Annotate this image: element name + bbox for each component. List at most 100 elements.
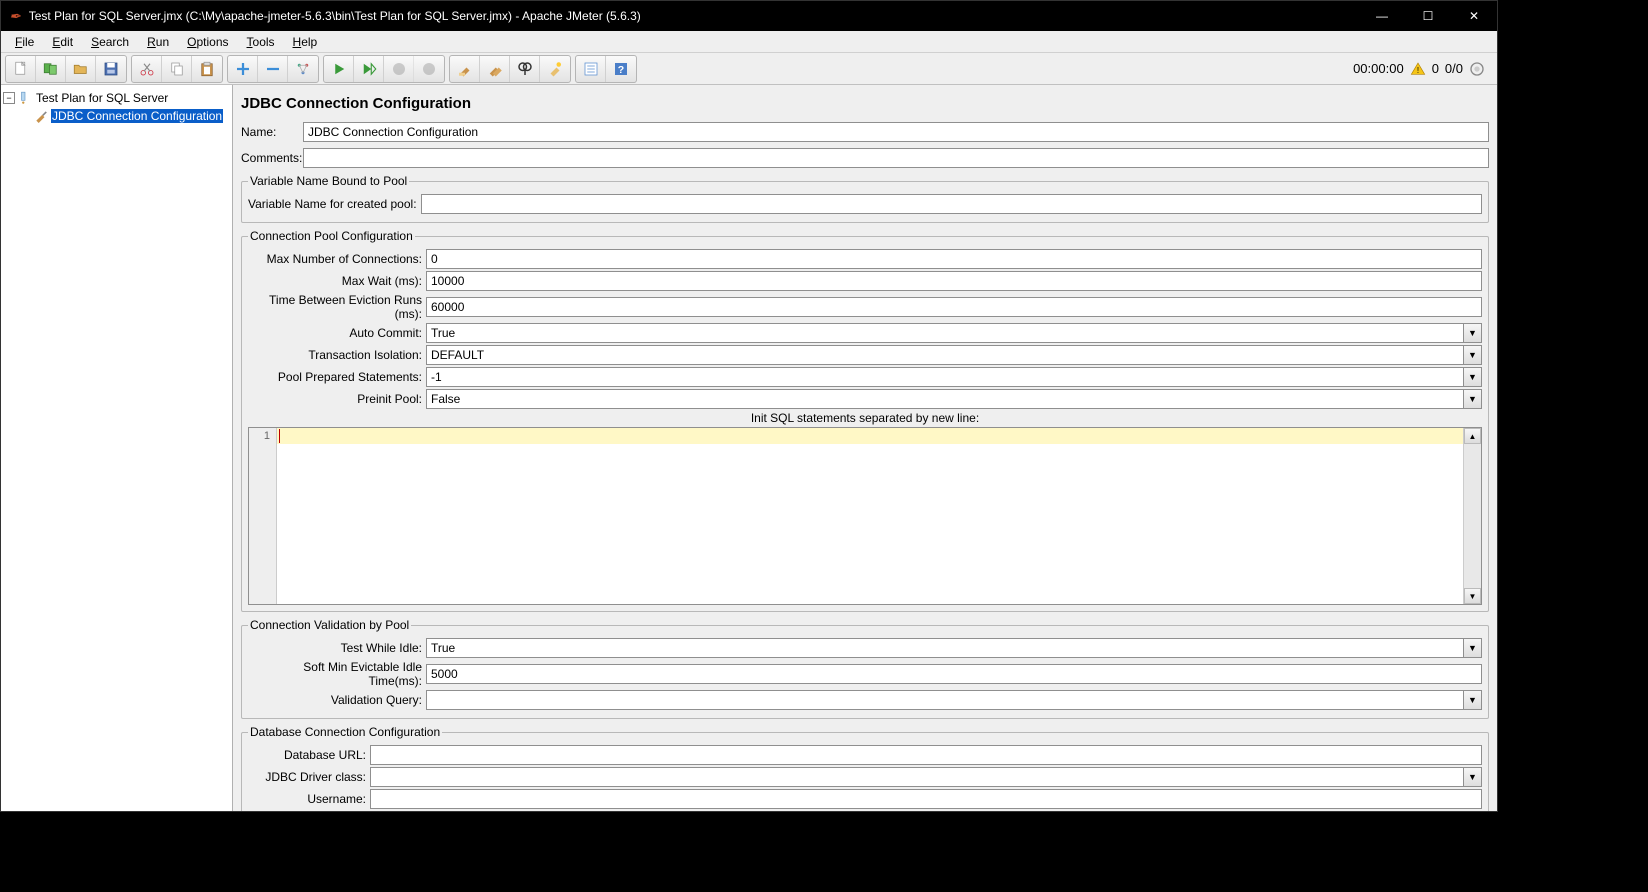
scroll-down-icon[interactable]: ▼ xyxy=(1464,588,1481,604)
collapse-icon[interactable] xyxy=(258,56,288,82)
initsql-editor[interactable]: 1 ▲ ▼ xyxy=(248,427,1482,605)
cursor-icon xyxy=(279,429,280,443)
copy-icon[interactable] xyxy=(162,56,192,82)
username-input[interactable] xyxy=(370,789,1482,809)
autocommit-label: Auto Commit: xyxy=(248,326,426,340)
templates-icon[interactable] xyxy=(36,56,66,82)
config-icon xyxy=(33,108,49,124)
db-url-label: Database URL: xyxy=(248,748,370,762)
reset-search-icon[interactable] xyxy=(540,56,570,82)
shutdown-icon[interactable] xyxy=(414,56,444,82)
start-icon[interactable] xyxy=(324,56,354,82)
function-helper-icon[interactable] xyxy=(576,56,606,82)
softmin-label: Soft Min Evictable Idle Time(ms): xyxy=(248,660,426,688)
vquery-label: Validation Query: xyxy=(248,693,426,707)
connection-pool-legend: Connection Pool Configuration xyxy=(248,229,415,243)
minimize-button[interactable]: — xyxy=(1359,1,1405,31)
search-icon[interactable] xyxy=(510,56,540,82)
editor-gutter: 1 xyxy=(249,428,277,604)
max-connections-label: Max Number of Connections: xyxy=(248,252,426,266)
initsql-label: Init SQL statements separated by new lin… xyxy=(248,411,1482,425)
variable-pool-group: Variable Name Bound to Pool Variable Nam… xyxy=(241,174,1489,223)
menu-file[interactable]: File xyxy=(7,33,42,51)
prepstmt-select[interactable] xyxy=(426,367,1464,387)
softmin-input[interactable] xyxy=(426,664,1482,684)
tree-root-label: Test Plan for SQL Server xyxy=(35,91,169,105)
start-no-timers-icon[interactable] xyxy=(354,56,384,82)
max-wait-input[interactable] xyxy=(426,271,1482,291)
validation-legend: Connection Validation by Pool xyxy=(248,618,411,632)
warning-icon[interactable]: ! xyxy=(1410,61,1426,77)
chevron-down-icon[interactable]: ▼ xyxy=(1464,690,1482,710)
app-icon: ✒ xyxy=(9,8,21,25)
chevron-down-icon[interactable]: ▼ xyxy=(1464,323,1482,343)
warning-count: 0 xyxy=(1432,61,1439,76)
chevron-down-icon[interactable]: ▼ xyxy=(1464,767,1482,787)
svg-text:?: ? xyxy=(618,63,624,75)
scroll-up-icon[interactable]: ▲ xyxy=(1464,428,1481,444)
menu-run[interactable]: Run xyxy=(139,33,177,51)
preinit-select[interactable] xyxy=(426,389,1464,409)
paste-icon[interactable] xyxy=(192,56,222,82)
menu-options[interactable]: Options xyxy=(179,33,236,51)
chevron-down-icon[interactable]: ▼ xyxy=(1464,367,1482,387)
db-connection-group: Database Connection Configuration Databa… xyxy=(241,725,1489,811)
max-connections-input[interactable] xyxy=(426,249,1482,269)
db-connection-legend: Database Connection Configuration xyxy=(248,725,442,739)
menu-search[interactable]: Search xyxy=(83,33,137,51)
menu-edit[interactable]: Edit xyxy=(44,33,81,51)
editor-scrollbar[interactable]: ▲ ▼ xyxy=(1463,428,1481,604)
username-label: Username: xyxy=(248,792,370,806)
chevron-down-icon[interactable]: ▼ xyxy=(1464,389,1482,409)
toolbar: ? 00:00:00 ! 0 0/0 xyxy=(1,53,1497,85)
clear-icon[interactable] xyxy=(450,56,480,82)
thread-count: 0/0 xyxy=(1445,61,1463,76)
eviction-input[interactable] xyxy=(426,297,1482,317)
txiso-select[interactable] xyxy=(426,345,1464,365)
chevron-down-icon[interactable]: ▼ xyxy=(1464,345,1482,365)
svg-text:!: ! xyxy=(1417,66,1419,75)
variable-name-input[interactable] xyxy=(421,194,1482,214)
tree-root[interactable]: − Test Plan for SQL Server xyxy=(3,89,230,107)
window-title: Test Plan for SQL Server.jmx (C:\My\apac… xyxy=(29,9,1359,23)
maximize-button[interactable]: ☐ xyxy=(1405,1,1451,31)
editor-body[interactable] xyxy=(277,428,1463,604)
page-title: JDBC Connection Configuration xyxy=(241,95,1489,112)
cut-icon[interactable] xyxy=(132,56,162,82)
db-url-input[interactable] xyxy=(370,745,1482,765)
comments-label: Comments: xyxy=(241,151,303,165)
max-wait-label: Max Wait (ms): xyxy=(248,274,426,288)
test-plan-tree[interactable]: − Test Plan for SQL Server JDBC Connecti… xyxy=(1,85,233,811)
save-icon[interactable] xyxy=(96,56,126,82)
titlebar: ✒ Test Plan for SQL Server.jmx (C:\My\ap… xyxy=(1,1,1497,31)
toggle-icon[interactable] xyxy=(288,56,318,82)
variable-name-label: Variable Name for created pool: xyxy=(248,197,421,211)
help-icon[interactable]: ? xyxy=(606,56,636,82)
vquery-select[interactable] xyxy=(426,690,1464,710)
validation-group: Connection Validation by Pool Test While… xyxy=(241,618,1489,719)
thread-indicator-icon xyxy=(1469,61,1485,77)
expand-icon[interactable] xyxy=(228,56,258,82)
variable-pool-legend: Variable Name Bound to Pool xyxy=(248,174,409,188)
testplan-icon xyxy=(17,90,33,106)
driver-select[interactable] xyxy=(370,767,1464,787)
menu-help[interactable]: Help xyxy=(285,33,326,51)
autocommit-select[interactable] xyxy=(426,323,1464,343)
close-button[interactable]: ✕ xyxy=(1451,1,1497,31)
test-idle-select[interactable] xyxy=(426,638,1464,658)
menu-tools[interactable]: Tools xyxy=(239,33,283,51)
tree-jdbc-config[interactable]: JDBC Connection Configuration xyxy=(3,107,230,125)
open-icon[interactable] xyxy=(66,56,96,82)
stop-icon[interactable] xyxy=(384,56,414,82)
driver-label: JDBC Driver class: xyxy=(248,770,370,784)
menubar: File Edit Search Run Options Tools Help xyxy=(1,31,1497,53)
new-icon[interactable] xyxy=(6,56,36,82)
test-idle-label: Test While Idle: xyxy=(248,641,426,655)
app-window: ✒ Test Plan for SQL Server.jmx (C:\My\ap… xyxy=(0,0,1498,812)
chevron-down-icon[interactable]: ▼ xyxy=(1464,638,1482,658)
tree-child-label: JDBC Connection Configuration xyxy=(51,109,223,123)
clear-all-icon[interactable] xyxy=(480,56,510,82)
name-input[interactable] xyxy=(303,122,1489,142)
comments-input[interactable] xyxy=(303,148,1489,168)
collapse-handle-icon[interactable]: − xyxy=(3,92,15,104)
